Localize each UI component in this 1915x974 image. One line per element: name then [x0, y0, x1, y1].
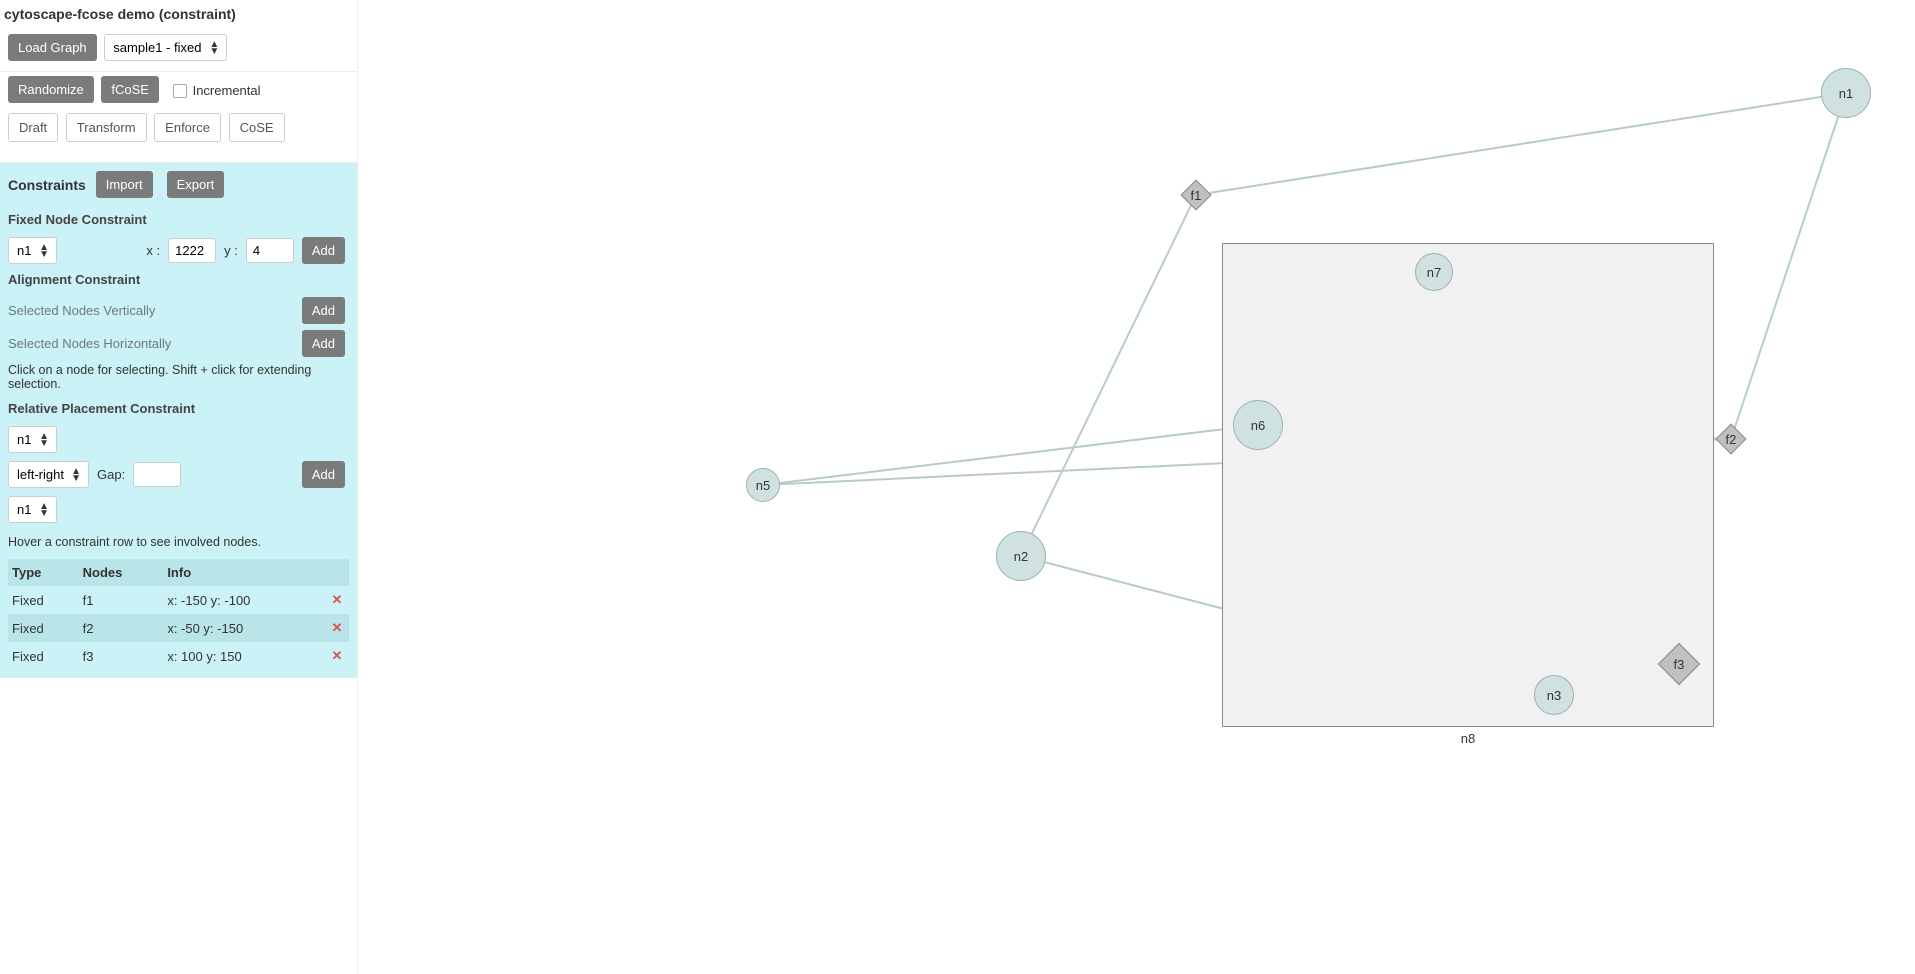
cell-type: Fixed — [8, 642, 79, 670]
alignment-constraint-heading: Alignment Constraint — [8, 272, 349, 287]
relative-constraint-heading: Relative Placement Constraint — [8, 401, 349, 416]
graph-edge — [1731, 93, 1846, 439]
fixed-constraint-heading: Fixed Node Constraint — [8, 212, 349, 227]
table-row[interactable]: Fixedf2x: -50 y: -150✕ — [8, 614, 349, 642]
cell-type: Fixed — [8, 614, 79, 642]
delete-row-icon[interactable]: ✕ — [325, 642, 349, 670]
graph-edge — [1196, 93, 1846, 195]
col-nodes: Nodes — [79, 559, 164, 586]
graph-edge — [763, 425, 1258, 485]
draft-button[interactable]: Draft — [8, 113, 58, 142]
hover-hint: Hover a constraint row to see involved n… — [8, 535, 349, 549]
x-input[interactable] — [168, 238, 216, 263]
vertical-label: Selected Nodes Vertically — [8, 303, 155, 318]
graph-node-n6[interactable]: n6 — [1233, 400, 1283, 450]
enforce-button[interactable]: Enforce — [154, 113, 221, 142]
horizontal-add-button[interactable]: Add — [302, 330, 345, 357]
incremental-checkbox[interactable] — [173, 84, 187, 98]
page-title: cytoscape-fcose demo (constraint) — [0, 0, 357, 30]
fixed-add-button[interactable]: Add — [302, 237, 345, 264]
direction-select[interactable]: left-right — [8, 461, 89, 488]
sample-select[interactable]: sample1 - fixed — [104, 34, 227, 61]
graph-edge — [1021, 195, 1196, 556]
randomize-button[interactable]: Randomize — [8, 76, 94, 103]
relative-node-a-select[interactable]: n1 — [8, 426, 57, 453]
col-info: Info — [163, 559, 325, 586]
cell-nodes: f2 — [79, 614, 164, 642]
constraints-table: Type Nodes Info Fixedf1x: -150 y: -100✕F… — [8, 559, 349, 670]
graph-node-n2[interactable]: n2 — [996, 531, 1046, 581]
export-button[interactable]: Export — [167, 171, 225, 198]
cell-info: x: -50 y: -150 — [163, 614, 325, 642]
cell-nodes: f3 — [79, 642, 164, 670]
cell-nodes: f1 — [79, 586, 164, 614]
delete-row-icon[interactable]: ✕ — [325, 586, 349, 614]
cell-info: x: 100 y: 150 — [163, 642, 325, 670]
cose-button[interactable]: CoSE — [229, 113, 285, 142]
incremental-label: Incremental — [193, 83, 261, 98]
cell-type: Fixed — [8, 586, 79, 614]
x-label: x : — [146, 243, 160, 258]
graph-node-n3[interactable]: n3 — [1534, 675, 1574, 715]
relative-add-button[interactable]: Add — [302, 461, 345, 488]
graph-node-n1[interactable]: n1 — [1821, 68, 1871, 118]
relative-node-b-select[interactable]: n1 — [8, 496, 57, 523]
delete-row-icon[interactable]: ✕ — [325, 614, 349, 642]
col-type: Type — [8, 559, 79, 586]
graph-canvas[interactable]: n8 n1n7f1n6f2n5n2n3f3 — [358, 0, 1915, 974]
fixed-node-select[interactable]: n1 — [8, 237, 57, 264]
vertical-add-button[interactable]: Add — [302, 297, 345, 324]
gap-label: Gap: — [97, 467, 125, 482]
table-row[interactable]: Fixedf3x: 100 y: 150✕ — [8, 642, 349, 670]
graph-node-n7[interactable]: n7 — [1415, 253, 1453, 291]
fcose-button[interactable]: fCoSE — [101, 76, 159, 103]
gap-input[interactable] — [133, 462, 181, 487]
cell-info: x: -150 y: -100 — [163, 586, 325, 614]
load-graph-button[interactable]: Load Graph — [8, 34, 97, 61]
alignment-hint: Click on a node for selecting. Shift + c… — [8, 363, 349, 391]
compound-label: n8 — [1461, 731, 1475, 746]
graph-node-n5[interactable]: n5 — [746, 468, 780, 502]
constraints-heading: Constraints — [8, 177, 86, 193]
transform-button[interactable]: Transform — [66, 113, 147, 142]
horizontal-label: Selected Nodes Horizontally — [8, 336, 171, 351]
y-label: y : — [224, 243, 238, 258]
y-input[interactable] — [246, 238, 294, 263]
compound-node[interactable]: n8 — [1222, 243, 1714, 727]
table-row[interactable]: Fixedf1x: -150 y: -100✕ — [8, 586, 349, 614]
import-button[interactable]: Import — [96, 171, 153, 198]
